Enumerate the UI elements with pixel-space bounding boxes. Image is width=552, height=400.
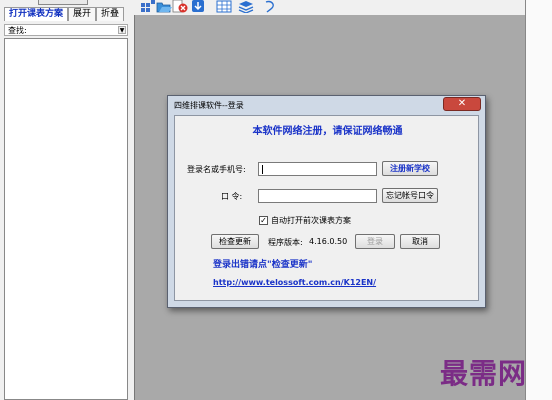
error-hint: 登录出错请点"检查更新" — [213, 260, 313, 270]
tab-expand[interactable]: 展开 — [68, 7, 97, 21]
nav-icon[interactable] — [140, 0, 156, 13]
version-label: 程序版本: — [268, 238, 303, 247]
refresh-icon[interactable] — [262, 0, 278, 13]
username-field[interactable] — [258, 162, 377, 176]
login-button[interactable]: 登录 — [355, 234, 395, 249]
website-link[interactable]: http://www.telossoft.com.cn/K12EN/ — [213, 278, 376, 287]
autoload-checkbox[interactable]: ✓ — [259, 216, 268, 225]
text-caret — [262, 165, 263, 174]
search-row[interactable]: 查找: ▼ — [4, 24, 128, 36]
chevron-down-icon[interactable]: ▼ — [118, 26, 126, 34]
close-icon: ✕ — [457, 98, 467, 109]
tab-collapse[interactable]: 折叠 — [96, 7, 125, 21]
toolbar — [134, 0, 524, 14]
delete-icon[interactable] — [172, 0, 188, 13]
dialog-titlebar[interactable]: 四维排课软件--登录 ✕ — [168, 96, 485, 114]
dialog-body: 本软件网络注册，请保证网络畅通 登录名或手机号: 注册新学校 口 令: 忘记帐号… — [174, 115, 479, 301]
scheme-list[interactable] — [4, 38, 128, 400]
left-panel: 打开课表方案 展开 折叠 查找: ▼ — [0, 0, 132, 400]
tab-open-scheme[interactable]: 打开课表方案 — [4, 7, 69, 21]
autoload-label: 自动打开前次课表方案 — [271, 216, 351, 225]
version-number: 4.16.0.50 — [309, 237, 348, 246]
panel-tabbar: 打开课表方案 展开 折叠 — [4, 7, 125, 21]
open-folder-icon[interactable] — [156, 0, 172, 13]
collapsed-header-button[interactable] — [38, 0, 88, 5]
grid-icon[interactable] — [216, 0, 232, 13]
dialog-title: 四维排课软件--登录 — [174, 101, 244, 110]
search-label: 查找: — [8, 25, 27, 35]
forgot-password-button[interactable]: 忘记帐号口令 — [382, 188, 438, 203]
close-button[interactable]: ✕ — [443, 97, 481, 111]
password-label: 口 令: — [221, 192, 243, 201]
download-icon[interactable] — [190, 0, 206, 13]
watermark-logo: 最需网 — [440, 357, 528, 390]
register-button[interactable]: 注册新学校 — [382, 161, 438, 176]
autoload-option[interactable]: ✓ 自动打开前次课表方案 — [259, 215, 351, 226]
cancel-button[interactable]: 取消 — [400, 234, 440, 249]
layers-icon[interactable] — [238, 0, 254, 13]
password-field[interactable] — [258, 189, 377, 203]
right-panel-edge — [525, 0, 552, 400]
check-update-button[interactable]: 检查更新 — [211, 234, 259, 249]
username-label: 登录名或手机号: — [187, 165, 246, 174]
login-dialog: 四维排课软件--登录 ✕ 本软件网络注册，请保证网络畅通 登录名或手机号: 注册… — [167, 95, 486, 308]
network-notice: 本软件网络注册，请保证网络畅通 — [252, 126, 403, 137]
